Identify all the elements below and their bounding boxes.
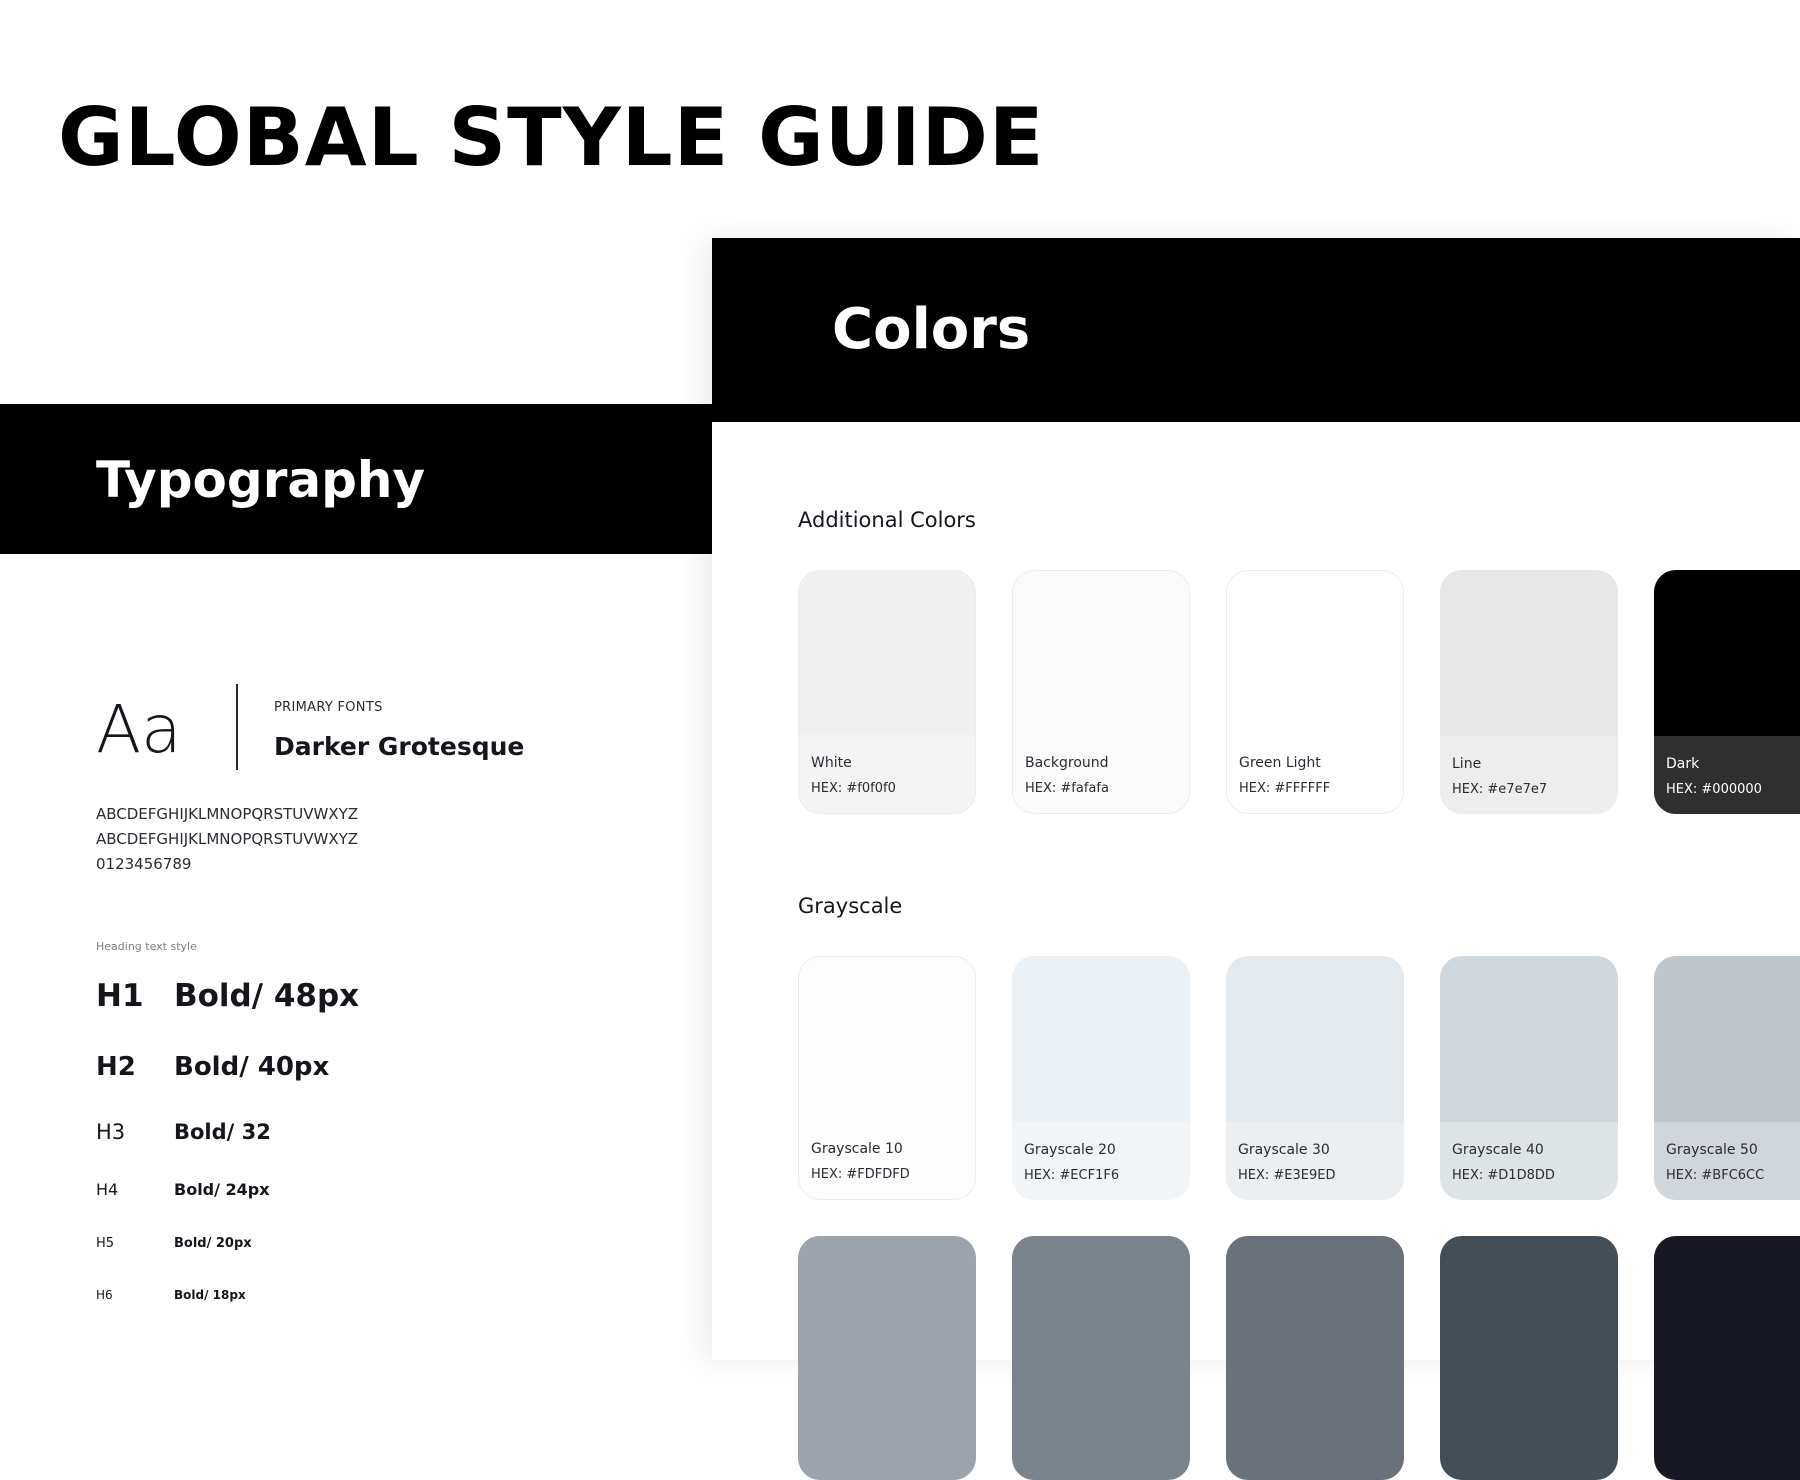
swatch-label: Grayscale 20 HEX: #ECF1F6: [1012, 1122, 1190, 1200]
swatch-name: Grayscale 20: [1024, 1142, 1116, 1158]
colors-panel: Colors Additional Colors White HEX: #f0f…: [712, 238, 1800, 1480]
heading-row-h3: H3 Bold/ 32: [96, 1120, 271, 1144]
colors-header: Colors: [712, 238, 1800, 422]
heading-row-h5: H5 Bold/ 20px: [96, 1236, 252, 1251]
swatch-label: Dark HEX: #000000: [1654, 736, 1800, 814]
heading-row-h4: H4 Bold/ 24px: [96, 1180, 270, 1199]
swatch-grayscale-dark: [798, 1236, 976, 1480]
swatch-name: Grayscale 50: [1666, 1142, 1758, 1158]
font-sample: Aa: [96, 691, 182, 768]
swatch-name: White: [811, 755, 852, 771]
swatch-name: Line: [1452, 756, 1482, 772]
swatch-name: Dark: [1666, 756, 1700, 772]
grayscale-title: Grayscale: [798, 894, 903, 918]
swatch-name: Grayscale 30: [1238, 1142, 1330, 1158]
swatch-background: Background HEX: #fafafa: [1012, 570, 1190, 814]
swatch-label: Background HEX: #fafafa: [1013, 735, 1189, 813]
heading-tag: H4: [96, 1180, 119, 1199]
swatch-label: Grayscale 10 HEX: #FDFDFD: [799, 1121, 975, 1199]
swatch-hex: HEX: #000000: [1666, 782, 1762, 797]
additional-colors-title: Additional Colors: [798, 508, 976, 532]
heading-spec: Bold/ 48px: [174, 978, 360, 1014]
alphabet-line: ABCDEFGHIJKLMNOPQRSTUVWXYZ: [96, 830, 359, 848]
heading-tag: H5: [96, 1236, 115, 1251]
primary-font-name: Darker Grotesque: [274, 732, 525, 761]
swatch-green-light: Green Light HEX: #FFFFFF: [1226, 570, 1404, 814]
heading-row-h2: H2 Bold/ 40px: [96, 1052, 329, 1082]
swatch-label: Green Light HEX: #FFFFFF: [1227, 735, 1403, 813]
swatch-grayscale-20: Grayscale 20 HEX: #ECF1F6: [1012, 956, 1190, 1200]
swatch-hex: HEX: #fafafa: [1025, 781, 1109, 796]
swatch-grayscale-dark: [1654, 1236, 1800, 1480]
swatch-white: White HEX: #f0f0f0: [798, 570, 976, 814]
heading-tag: H1: [96, 978, 144, 1014]
swatch-hex: HEX: #FFFFFF: [1239, 781, 1331, 796]
swatch-label: Grayscale 40 HEX: #D1D8DD: [1440, 1122, 1618, 1200]
swatch-hex: HEX: #FDFDFD: [811, 1167, 910, 1182]
swatch-hex: HEX: #BFC6CC: [1666, 1168, 1765, 1183]
heading-row-h1: H1 Bold/ 48px: [96, 978, 359, 1014]
colors-title: Colors: [832, 297, 1031, 362]
swatch-name: Grayscale 40: [1452, 1142, 1544, 1158]
swatch-dark: Dark HEX: #000000: [1654, 570, 1800, 814]
heading-tag: H6: [96, 1288, 113, 1302]
font-divider: [236, 684, 238, 770]
typography-title: Typography: [96, 451, 426, 509]
digits-line: 0123456789: [96, 855, 192, 873]
heading-tag: H2: [96, 1052, 136, 1082]
alphabet-line: ABCDEFGHIJKLMNOPQRSTUVWXYZ: [96, 805, 359, 823]
swatch-line: Line HEX: #e7e7e7: [1440, 570, 1618, 814]
primary-fonts-caption: PRIMARY FONTS: [274, 700, 383, 715]
swatch-label: Line HEX: #e7e7e7: [1440, 736, 1618, 814]
swatch-hex: HEX: #e7e7e7: [1452, 782, 1548, 797]
swatch-name: Grayscale 10: [811, 1141, 903, 1157]
page-title: GLOBAL STYLE GUIDE: [58, 91, 1045, 184]
heading-row-h6: H6 Bold/ 18px: [96, 1288, 246, 1302]
heading-tag: H3: [96, 1120, 126, 1144]
swatch-hex: HEX: #E3E9ED: [1238, 1168, 1336, 1183]
swatch-grayscale-dark: [1012, 1236, 1190, 1480]
swatch-label: White HEX: #f0f0f0: [799, 735, 975, 813]
swatch-hex: HEX: #ECF1F6: [1024, 1168, 1120, 1183]
swatch-name: Green Light: [1239, 755, 1321, 771]
alphabet-sample: ABCDEFGHIJKLMNOPQRSTUVWXYZ ABCDEFGHIJKLM…: [96, 802, 358, 877]
typography-panel: Typography Aa PRIMARY FONTS Darker Grote…: [0, 404, 712, 1360]
swatch-grayscale-40: Grayscale 40 HEX: #D1D8DD: [1440, 956, 1618, 1200]
swatch-grayscale-50: Grayscale 50 HEX: #BFC6CC: [1654, 956, 1800, 1200]
swatch-grayscale-dark: [1440, 1236, 1618, 1480]
swatch-grayscale-30: Grayscale 30 HEX: #E3E9ED: [1226, 956, 1404, 1200]
typography-header: Typography: [0, 404, 712, 554]
swatch-hex: HEX: #f0f0f0: [811, 781, 896, 796]
heading-spec: Bold/ 20px: [174, 1236, 252, 1251]
heading-spec: Bold/ 40px: [174, 1052, 330, 1082]
swatch-grayscale-10: Grayscale 10 HEX: #FDFDFD: [798, 956, 976, 1200]
heading-spec: Bold/ 18px: [174, 1288, 246, 1302]
swatch-grayscale-dark: [1226, 1236, 1404, 1480]
swatch-hex: HEX: #D1D8DD: [1452, 1168, 1555, 1183]
heading-spec: Bold/ 32: [174, 1120, 271, 1144]
swatch-name: Background: [1025, 755, 1109, 771]
swatch-label: Grayscale 30 HEX: #E3E9ED: [1226, 1122, 1404, 1200]
heading-spec: Bold/ 24px: [174, 1180, 270, 1199]
heading-style-caption: Heading text style: [96, 940, 197, 953]
swatch-label: Grayscale 50 HEX: #BFC6CC: [1654, 1122, 1800, 1200]
